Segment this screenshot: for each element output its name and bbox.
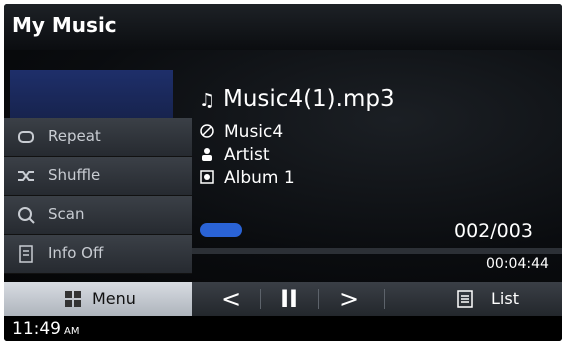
track-counter: 002/003 bbox=[454, 220, 533, 242]
shuffle-button[interactable]: Shuffle bbox=[4, 157, 192, 196]
clock: 11:49 AM bbox=[12, 319, 79, 339]
title-bar: My Music bbox=[4, 4, 562, 50]
divider bbox=[260, 289, 261, 309]
divider bbox=[318, 289, 319, 309]
track-artist: Artist bbox=[224, 145, 270, 165]
artist-row: Artist bbox=[200, 145, 270, 165]
elapsed-time: 00:04:44 bbox=[486, 256, 549, 272]
media-screen: My Music Repeat Shuffle Scan Info Off ♫ … bbox=[4, 4, 562, 341]
track-album: Album 1 bbox=[224, 168, 295, 188]
track-title: Music4 bbox=[224, 122, 284, 142]
previous-button[interactable]: < bbox=[216, 282, 246, 316]
info-icon bbox=[19, 245, 33, 263]
track-filename-text: Music4(1).mp3 bbox=[223, 86, 395, 112]
clock-time: 11:49 bbox=[12, 319, 61, 339]
list-label: List bbox=[491, 289, 519, 308]
music-note-icon: ♫ bbox=[199, 90, 216, 111]
scan-button[interactable]: Scan bbox=[4, 196, 192, 235]
list-icon bbox=[457, 290, 473, 308]
pause-button[interactable]: II bbox=[274, 282, 304, 316]
album-art bbox=[10, 70, 173, 118]
album-icon bbox=[200, 170, 214, 184]
track-filename: ♫ Music4(1).mp3 bbox=[199, 86, 395, 112]
divider bbox=[384, 289, 385, 309]
person-icon bbox=[202, 148, 212, 161]
info-off-button[interactable]: Info Off bbox=[4, 235, 192, 274]
list-button[interactable]: List bbox=[445, 282, 562, 316]
menu-label: Menu bbox=[92, 289, 136, 308]
menu-button[interactable]: Menu bbox=[4, 282, 192, 316]
progress-bar[interactable] bbox=[192, 248, 562, 254]
shuffle-label: Shuffle bbox=[48, 166, 101, 184]
page-title: My Music bbox=[12, 13, 117, 37]
repeat-button[interactable]: Repeat bbox=[4, 118, 192, 157]
info-off-label: Info Off bbox=[48, 244, 104, 262]
disc-icon bbox=[200, 124, 214, 138]
clock-ampm: AM bbox=[64, 326, 80, 337]
chevron-left-icon: < bbox=[220, 285, 242, 313]
next-button[interactable]: > bbox=[334, 282, 364, 316]
shuffle-icon bbox=[18, 171, 34, 181]
album-row: Album 1 bbox=[200, 168, 295, 188]
status-bar: 11:49 AM bbox=[4, 316, 562, 341]
grid-icon bbox=[65, 291, 81, 307]
pause-icon: II bbox=[280, 285, 298, 313]
repeat-label: Repeat bbox=[48, 127, 101, 145]
scan-label: Scan bbox=[48, 205, 85, 223]
ab-repeat-badge bbox=[200, 223, 242, 237]
progress-fill bbox=[192, 248, 562, 254]
repeat-icon bbox=[18, 131, 34, 143]
track-title-row: Music4 bbox=[200, 122, 283, 142]
chevron-right-icon: > bbox=[338, 285, 360, 313]
scan-icon bbox=[18, 207, 35, 224]
